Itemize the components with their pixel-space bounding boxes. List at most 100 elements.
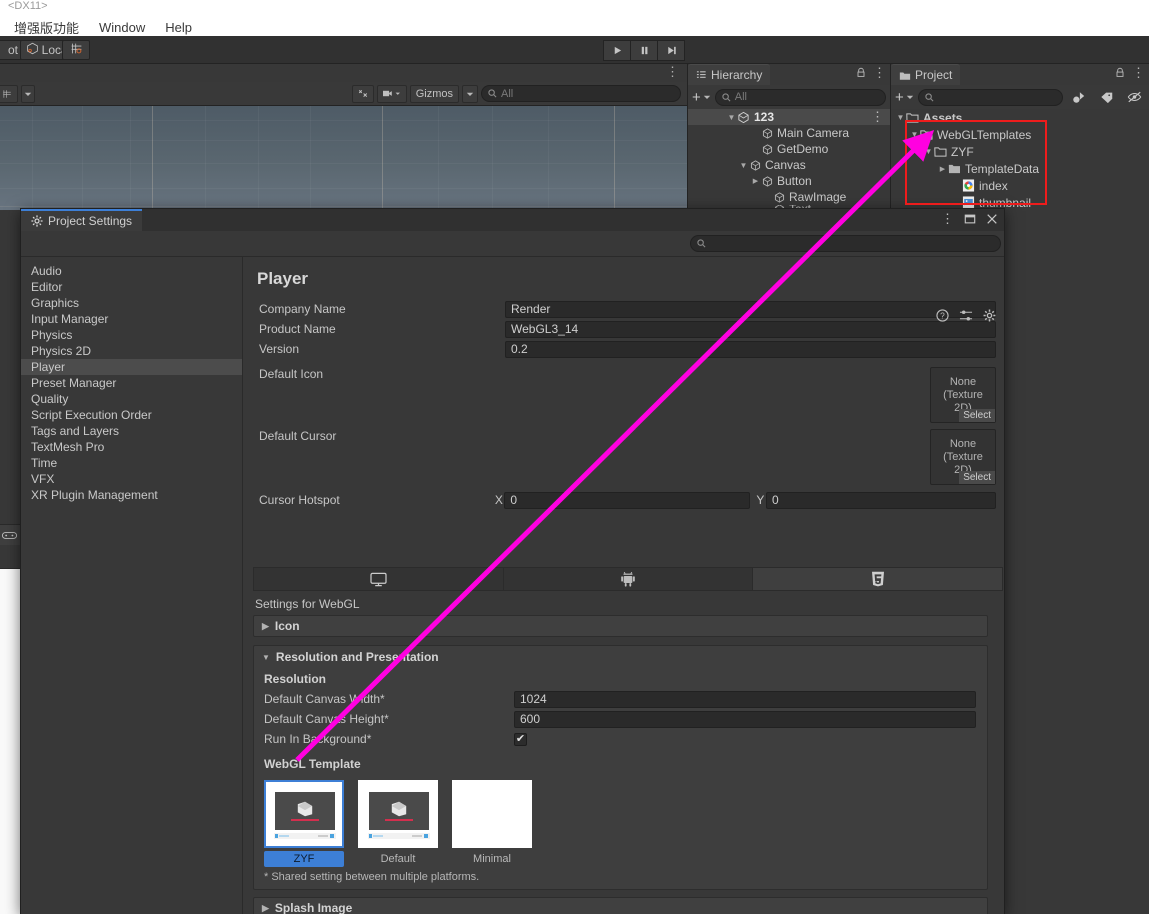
icon-foldout[interactable]: ▶ Icon	[253, 615, 988, 637]
project-settings-search-input[interactable]	[690, 235, 1001, 252]
expand-triangle-icon[interactable]: ▼	[738, 161, 749, 170]
tab-project[interactable]: Project	[891, 64, 961, 85]
camera-settings-button[interactable]	[376, 84, 407, 103]
menu-window[interactable]: Window	[89, 18, 155, 37]
sidebar-item-textmesh-pro[interactable]: TextMesh Pro	[21, 439, 242, 455]
pause-button[interactable]	[630, 40, 658, 61]
template-zyf[interactable]: ZYF	[264, 780, 344, 867]
splash-image-foldout[interactable]: ▶ Splash Image	[253, 897, 988, 914]
scene-row-kebab-icon[interactable]: ⋮	[871, 110, 884, 123]
project-row-templatedata[interactable]: ▶ TemplateData	[891, 160, 1149, 177]
scene-search-input[interactable]: All	[481, 85, 681, 102]
tab-project-settings[interactable]: Project Settings	[21, 209, 143, 231]
hierarchy-row-button[interactable]: ▶ Button	[688, 173, 890, 189]
window-kebab-icon[interactable]: ⋮	[941, 212, 954, 225]
gizmos-dropdown[interactable]	[462, 84, 478, 103]
project-kebab-icon[interactable]: ⋮	[1132, 66, 1145, 79]
webgl-tab[interactable]	[753, 568, 1003, 590]
cursor-hotspot-x-input[interactable]: 0	[504, 491, 751, 509]
gear-icon[interactable]	[983, 309, 996, 322]
default-icon-select-button[interactable]: Select	[959, 409, 995, 422]
sidebar-item-script-execution-order[interactable]: Script Execution Order	[21, 407, 242, 423]
default-icon-label: Default Icon	[259, 367, 324, 381]
project-add-button[interactable]: +	[895, 90, 914, 105]
project-filter-label-button[interactable]	[1095, 91, 1119, 103]
sidebar-item-vfx[interactable]: VFX	[21, 471, 242, 487]
sidebar-item-tags-and-layers[interactable]: Tags and Layers	[21, 423, 242, 439]
sidebar-item-physics[interactable]: Physics	[21, 327, 242, 343]
project-row-assets[interactable]: ▼ Assets	[891, 109, 1149, 126]
hierarchy-row-canvas[interactable]: ▼ Canvas	[688, 157, 890, 173]
tab-game[interactable]	[0, 525, 21, 545]
sidebar-item-preset-manager[interactable]: Preset Manager	[21, 375, 242, 391]
sidebar-item-physics-2d[interactable]: Physics 2D	[21, 343, 242, 359]
sidebar-item-xr-plugin-management[interactable]: XR Plugin Management	[21, 487, 242, 503]
sidebar-item-quality[interactable]: Quality	[21, 391, 242, 407]
sidebar-item-editor[interactable]: Editor	[21, 279, 242, 295]
shading-mode-button[interactable]	[0, 84, 18, 103]
run-in-background-checkbox[interactable]: ✔	[514, 732, 527, 746]
tab-hierarchy[interactable]: Hierarchy	[688, 64, 771, 85]
template-minimal[interactable]: Minimal	[452, 780, 532, 867]
default-icon-object-field[interactable]: None (Texture 2D) Select	[930, 367, 996, 423]
template-zyf-thumbnail[interactable]	[264, 780, 344, 848]
filter-type-icon	[1073, 91, 1085, 103]
hierarchy-row-scene[interactable]: ▼ 123 ⋮	[688, 109, 890, 125]
standalone-tab[interactable]	[254, 568, 504, 590]
sidebar-item-audio[interactable]: Audio	[21, 263, 242, 279]
hierarchy-tab-controls: ⋮	[856, 66, 886, 79]
project-row-index[interactable]: ▶ index	[891, 177, 1149, 194]
project-row-webgltemplates[interactable]: ▼ WebGLTemplates	[891, 126, 1149, 143]
version-input[interactable]: 0.2	[505, 340, 996, 358]
expand-triangle-icon[interactable]: ▼	[895, 113, 906, 122]
shading-dropdown[interactable]	[21, 84, 35, 103]
product-name-label: Product Name	[259, 322, 336, 336]
expand-triangle-icon[interactable]: ▶	[750, 177, 761, 185]
play-button[interactable]	[603, 40, 631, 61]
gizmos-button[interactable]: Gizmos	[409, 84, 459, 103]
default-cursor-select-button[interactable]: Select	[959, 471, 995, 484]
product-name-input[interactable]: WebGL3_14	[505, 320, 996, 338]
project-hidden-toggle[interactable]	[1123, 91, 1145, 103]
cursor-hotspot-y-input[interactable]: 0	[766, 491, 997, 509]
menu-help[interactable]: Help	[155, 18, 202, 37]
canvas-width-input[interactable]: 1024	[514, 690, 976, 708]
project-search-input[interactable]	[917, 88, 1063, 106]
sidebar-item-time[interactable]: Time	[21, 455, 242, 471]
expand-triangle-icon[interactable]: ▼	[923, 147, 934, 156]
sidebar-item-player[interactable]: Player	[21, 359, 242, 375]
scene-tools-button[interactable]	[351, 84, 374, 103]
hierarchy-row-main-camera[interactable]: ▶ Main Camera	[688, 125, 890, 141]
hierarchy-search-input[interactable]: All	[714, 88, 886, 106]
sidebar-item-graphics[interactable]: Graphics	[21, 295, 242, 311]
expand-triangle-icon[interactable]: ▶	[937, 165, 948, 173]
grid-snap-button[interactable]	[62, 40, 90, 60]
hierarchy-item-label: GetDemo	[777, 142, 829, 156]
page-title: Player	[257, 269, 309, 288]
hierarchy-row-getdemo[interactable]: ▶ GetDemo	[688, 141, 890, 157]
android-tab[interactable]	[503, 568, 754, 590]
template-default-thumbnail[interactable]	[358, 780, 438, 848]
expand-triangle-icon[interactable]: ▼	[909, 130, 920, 139]
template-default[interactable]: Default	[358, 780, 438, 867]
scene-kebab-icon[interactable]: ⋮	[666, 65, 679, 78]
unity-logo-icon	[391, 801, 407, 817]
cursor-hotspot-x-label: X	[494, 493, 503, 507]
help-icon[interactable]: ?	[936, 309, 949, 322]
company-name-input[interactable]: Render	[505, 300, 996, 318]
step-button[interactable]	[657, 40, 685, 61]
expand-triangle-icon[interactable]: ▼	[726, 113, 737, 122]
default-cursor-object-field[interactable]: None (Texture 2D) Select	[930, 429, 996, 485]
hierarchy-kebab-icon[interactable]: ⋮	[873, 66, 886, 79]
preset-icon[interactable]	[959, 309, 973, 322]
hierarchy-add-button[interactable]: +	[692, 90, 711, 105]
project-filter-type-button[interactable]	[1067, 91, 1091, 104]
sidebar-item-input-manager[interactable]: Input Manager	[21, 311, 242, 327]
project-row-zyf[interactable]: ▼ ZYF	[891, 143, 1149, 160]
hierarchy-row-rawimage[interactable]: ▶ RawImage	[688, 189, 890, 205]
template-minimal-thumbnail[interactable]	[452, 780, 532, 848]
expand-triangle-icon: ▶	[951, 181, 962, 190]
resolution-foldout[interactable]: ▼ Resolution and Presentation	[254, 646, 987, 668]
canvas-height-input[interactable]: 600	[514, 710, 976, 728]
scene-viewport[interactable]	[0, 106, 687, 210]
